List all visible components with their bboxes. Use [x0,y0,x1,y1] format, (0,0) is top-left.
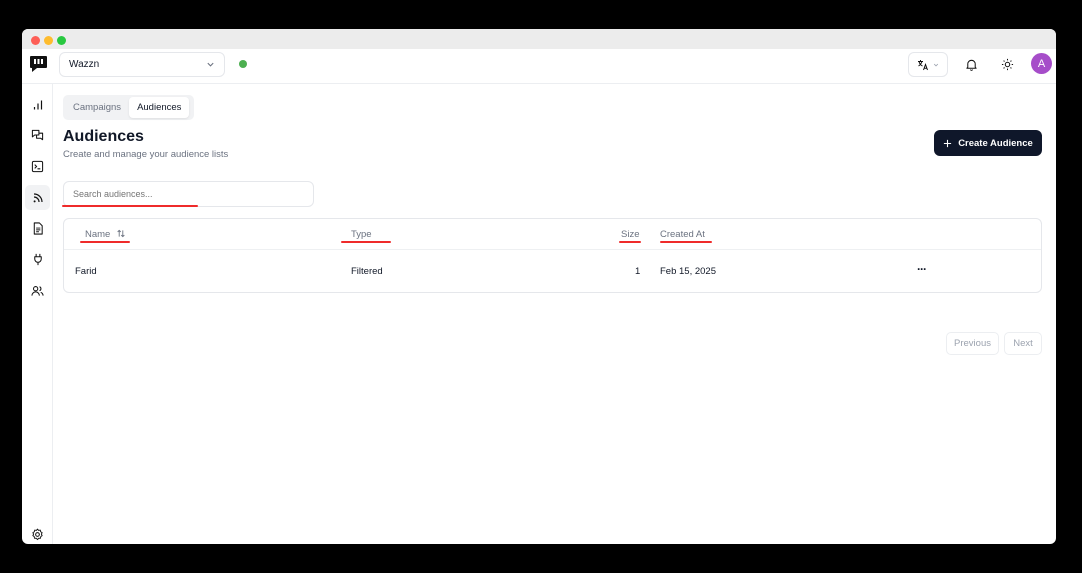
page-subtitle: Create and manage your audience lists [63,149,229,160]
maximize-window-button[interactable] [57,36,66,45]
column-header-name[interactable]: Name [85,229,126,240]
gear-icon [32,528,43,541]
name-annotation-underline [80,241,130,243]
cell-name: Farid [75,266,97,277]
app-window: Wazzn A Campaigns Audiences Audiences Cr… [22,29,1056,544]
workspace-select[interactable]: Wazzn [59,52,225,77]
language-button[interactable] [908,52,948,77]
bell-icon [965,59,977,71]
tab-campaigns[interactable]: Campaigns [65,97,129,118]
title-bar [22,29,1056,49]
type-annotation-underline [341,241,391,243]
sidebar-item-campaigns[interactable] [25,185,50,210]
audiences-table: Name Type Size Created At Farid Filtered… [63,218,1042,293]
chevron-down-icon [933,63,939,66]
main-content: Campaigns Audiences Audiences Create and… [53,84,1056,544]
sidebar-item-analytics[interactable] [25,92,50,117]
sidebar-item-integrations[interactable] [25,247,50,272]
create-audience-button[interactable]: Create Audience [934,130,1042,156]
sidebar-item-settings[interactable] [25,522,50,544]
sidebar-item-templates[interactable] [25,154,50,179]
sidebar-item-conversations[interactable] [25,123,50,148]
messages-icon [31,129,44,141]
user-avatar[interactable]: A [1031,53,1052,74]
users-icon [31,285,44,296]
tab-list: Campaigns Audiences [63,95,194,120]
cell-created-at: Feb 15, 2025 [660,266,716,277]
column-header-size[interactable]: Size [621,229,639,240]
table-row[interactable]: Farid Filtered 1 Feb 15, 2025 ··· [64,250,1041,292]
column-header-created-at[interactable]: Created At [660,229,705,240]
terminal-icon [31,160,44,173]
top-bar: Wazzn A [22,49,1056,84]
notifications-button[interactable] [962,55,980,73]
previous-page-button[interactable]: Previous [946,332,999,355]
cell-type: Filtered [351,266,383,277]
chevron-down-icon [207,62,214,67]
row-actions-button[interactable]: ··· [917,262,927,276]
search-annotation-underline [62,205,198,207]
plus-icon [944,139,952,147]
workspace-name: Wazzn [69,59,100,70]
next-page-button[interactable]: Next [1004,332,1042,355]
created-at-annotation-underline [660,241,712,243]
app-logo-icon[interactable] [29,55,48,73]
sort-icon [117,229,125,238]
theme-toggle-button[interactable] [998,55,1016,73]
sidebar-item-contacts[interactable] [25,278,50,303]
minimize-window-button[interactable] [44,36,53,45]
sidebar [22,84,53,544]
connection-status-dot [239,60,247,68]
tab-audiences[interactable]: Audiences [129,97,190,118]
size-annotation-underline [619,241,641,243]
rss-icon [33,192,43,202]
close-window-button[interactable] [31,36,40,45]
sidebar-item-documents[interactable] [25,216,50,241]
page-title: Audiences [63,128,144,145]
column-header-type[interactable]: Type [351,229,372,240]
plug-icon [33,253,42,266]
table-header: Name Type Size Created At [64,219,1041,250]
translate-icon [918,59,928,70]
cell-size: 1 [635,266,641,277]
bar-chart-icon [33,100,42,109]
create-audience-label: Create Audience [958,137,1033,149]
sun-icon [1001,58,1013,70]
search-input[interactable] [63,181,314,207]
document-icon [33,222,43,235]
